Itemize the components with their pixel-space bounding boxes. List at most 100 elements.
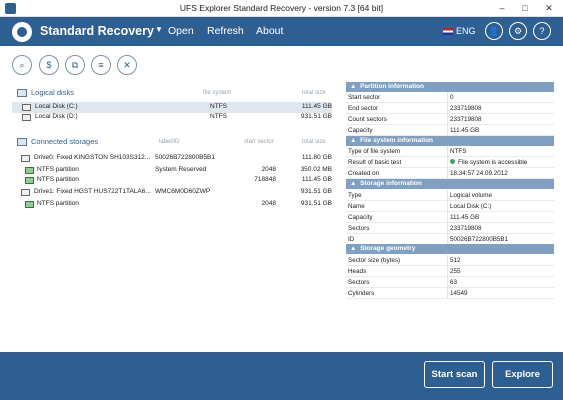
drive-row[interactable]: Drive1: Fixed HGST HUS722T1TALA6... WMC6…: [12, 187, 332, 198]
partition-start: 2048: [261, 166, 276, 173]
info-value: Local Disk (C:): [450, 202, 492, 210]
disk-fs: NTFS: [210, 113, 227, 120]
image-icon[interactable]: ⧉: [65, 55, 85, 75]
settings-icon[interactable]: ⚙: [509, 22, 527, 40]
menubar: Standard Recovery ▼ Open Refresh About E…: [0, 17, 563, 46]
search-icon[interactable]: ⌕: [12, 55, 32, 75]
partition-row[interactable]: NTFS partition 718848 111.45 GB: [12, 175, 332, 186]
menu-refresh[interactable]: Refresh: [207, 25, 244, 37]
drive-label: 50026B722800B5B1: [155, 154, 216, 161]
info-row: Start sector 0: [346, 92, 554, 103]
flag-icon: [443, 28, 453, 36]
info-value: 14549: [450, 289, 468, 297]
info-row: Heads 255: [346, 266, 554, 277]
info-key: Type: [348, 191, 362, 199]
storage-info-title: Storage information: [360, 180, 422, 187]
partition-name: NTFS partition: [37, 166, 79, 173]
info-key: Sectors: [348, 224, 370, 232]
menu-about[interactable]: About: [256, 25, 283, 37]
collapse-arrow-icon: ▲: [350, 137, 357, 144]
storages-icon: [17, 138, 27, 146]
connected-storages-title: Connected storages: [31, 137, 99, 146]
disk-icon: [22, 114, 31, 121]
hard-drive-icon: [21, 189, 30, 196]
user-icon[interactable]: 👤: [485, 22, 503, 40]
menu-dropdown-arrow-icon[interactable]: ▼: [155, 25, 163, 34]
filesystem-info-title: File system information: [360, 137, 434, 144]
partition-info-title: Partition information: [360, 83, 424, 90]
info-value: 255: [450, 267, 461, 275]
filesystem-info-header[interactable]: ▲ File system information: [346, 136, 554, 146]
info-row: Cylinders 14549: [346, 288, 554, 299]
maximize-button[interactable]: □: [514, 0, 536, 17]
drive-label: WMC6M0D60ZWP: [155, 188, 211, 195]
info-key: Start sector: [348, 93, 381, 101]
info-value: NTFS: [450, 147, 467, 155]
info-row: Capacity 111.45 GB: [346, 125, 554, 136]
storage-info-header[interactable]: ▲ Storage information: [346, 179, 554, 189]
info-key: Count sectors: [348, 115, 387, 123]
geometry-info-header[interactable]: ▲ Storage geometry: [346, 244, 554, 254]
drive-row[interactable]: Drive0: Fixed KINGSTON SH103S312... 5002…: [12, 153, 332, 164]
language-label: ENG: [456, 26, 476, 36]
info-row: Sector size (bytes) 512: [346, 255, 554, 266]
info-key: Heads: [348, 267, 367, 275]
partition-size: 931.51 GB: [300, 200, 332, 207]
info-row: Type Logical volume: [346, 190, 554, 201]
info-key: ID: [348, 235, 355, 243]
info-key: Sector size (bytes): [348, 256, 401, 264]
info-key: Cylinders: [348, 289, 375, 297]
disk-name: Local Disk (D:): [35, 113, 78, 120]
info-row: Created on 18:34:57 24.09.2012: [346, 168, 554, 179]
brand-title: Standard Recovery: [40, 24, 154, 38]
status-text: File system is accessible: [458, 158, 528, 166]
disk-size: 111.45 GB: [301, 103, 332, 110]
partition-label: System Reserved: [155, 166, 207, 173]
collapse-arrow-icon: ▲: [350, 83, 357, 90]
monitor-icon: [17, 89, 27, 97]
help-icon[interactable]: ?: [533, 22, 551, 40]
info-value: 63: [450, 278, 458, 286]
language-selector[interactable]: ENG: [443, 26, 476, 36]
minimize-button[interactable]: –: [491, 0, 513, 17]
drive-name: Drive0: Fixed KINGSTON SH103S312...: [34, 154, 151, 161]
geometry-info-title: Storage geometry: [360, 245, 416, 252]
info-value: 50026B722800B5B1: [450, 235, 509, 243]
info-value: 233719808: [450, 104, 482, 112]
start-scan-button[interactable]: Start scan: [424, 361, 485, 388]
info-value: 233719808: [450, 224, 482, 232]
partition-info-header[interactable]: ▲ Partition information: [346, 82, 554, 92]
close-storage-icon[interactable]: ✕: [117, 55, 137, 75]
info-key: Created on: [348, 169, 380, 177]
partition-size: 350.02 MB: [300, 166, 332, 173]
col-total-size-storages: total size: [302, 139, 326, 145]
info-value: 111.45 GB: [450, 213, 480, 221]
info-value: 512: [450, 256, 461, 264]
drive-size: 931.51 GB: [300, 188, 332, 195]
info-key: Type of file system: [348, 147, 401, 155]
col-file-system: file system: [203, 90, 232, 96]
logical-disk-row[interactable]: Local Disk (D:) NTFS 931.51 GB: [12, 112, 332, 123]
col-label-id: label/ID: [159, 139, 180, 145]
scan-icon[interactable]: $: [39, 55, 59, 75]
menu-open[interactable]: Open: [168, 25, 194, 37]
list-icon[interactable]: ≡: [91, 55, 111, 75]
info-row: Sectors 233719808: [346, 223, 554, 234]
col-total-size: total size: [302, 90, 326, 96]
info-value: 0: [450, 93, 454, 101]
info-value: 233719808: [450, 115, 482, 123]
window-titlebar: UFS Explorer Standard Recovery - version…: [0, 0, 563, 17]
partition-start: 718848: [254, 176, 276, 183]
close-window-button[interactable]: ✕: [538, 0, 560, 17]
footer-bar: Start scan Explore: [0, 352, 563, 400]
info-key: Capacity: [348, 126, 373, 134]
explore-button[interactable]: Explore: [492, 361, 553, 388]
info-key: End sector: [348, 104, 379, 112]
storage-list-panel: Logical disks file system total size Loc…: [0, 82, 342, 352]
partition-name: NTFS partition: [37, 176, 79, 183]
info-value: Logical volume: [450, 191, 493, 199]
collapse-arrow-icon: ▲: [350, 245, 357, 252]
partition-size: 111.45 GB: [301, 176, 332, 183]
brand-logo-icon: [12, 22, 32, 42]
partition-row[interactable]: NTFS partition 2048 931.51 GB: [12, 199, 332, 210]
